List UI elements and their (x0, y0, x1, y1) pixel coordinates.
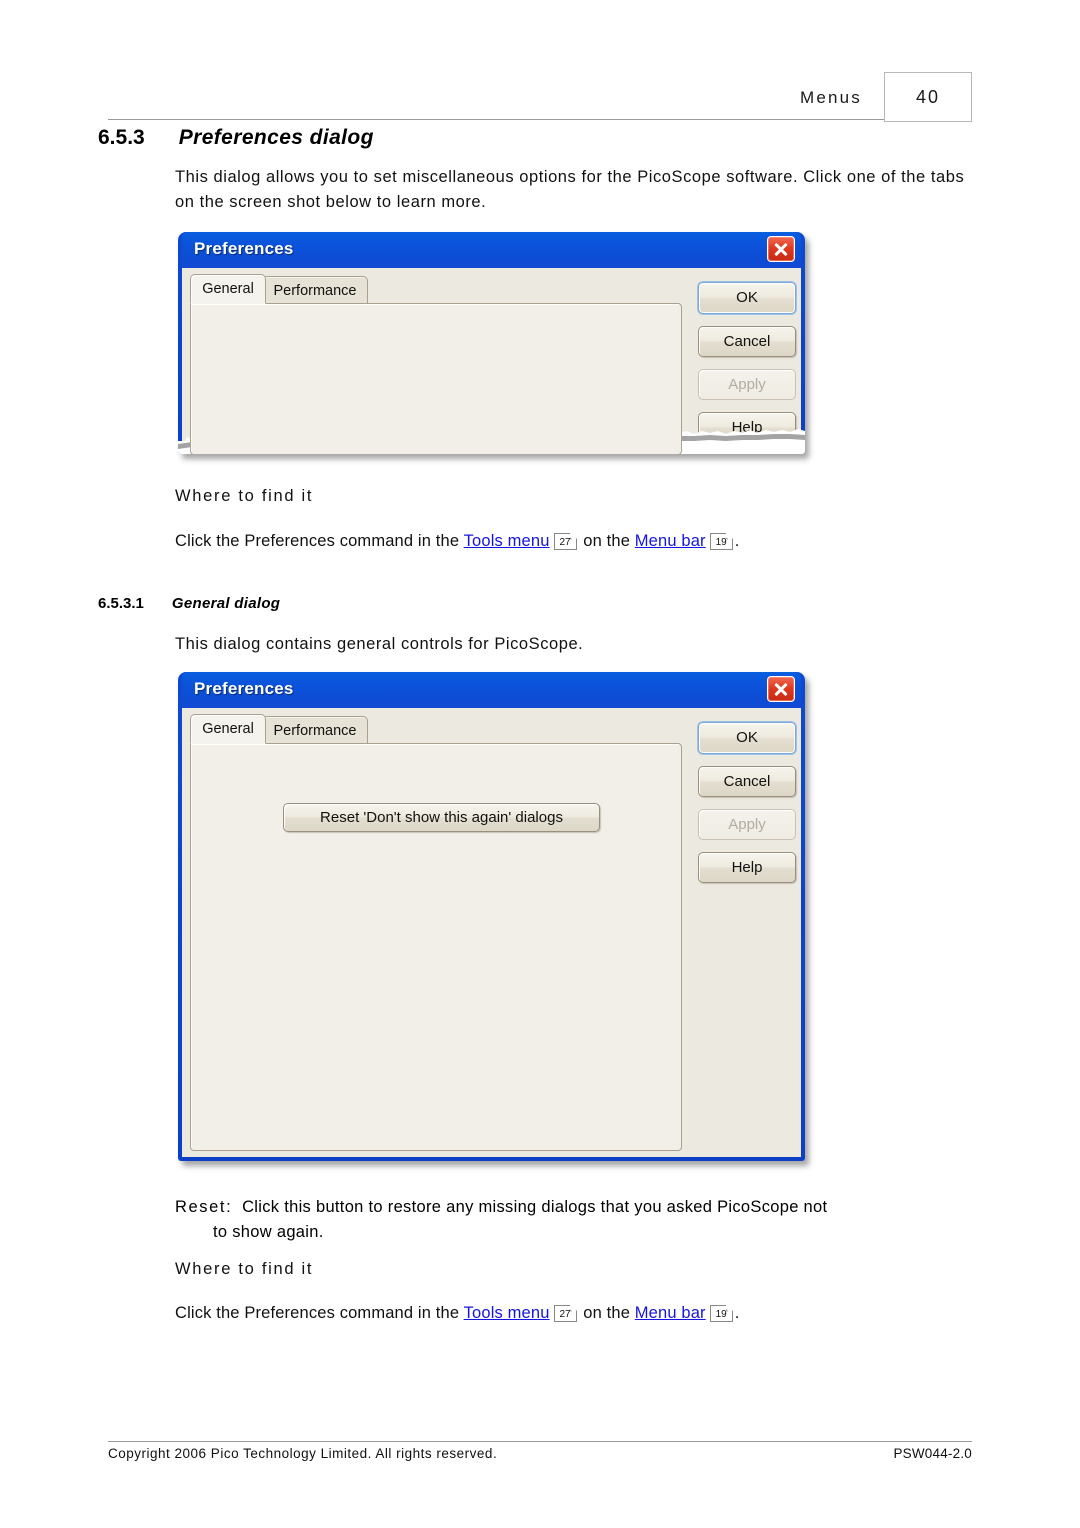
tools-menu-link-2[interactable]: Tools menu (464, 1304, 550, 1322)
footer-divider (108, 1441, 972, 1442)
help-button[interactable]: Help (698, 412, 796, 443)
document-page: Menus 40 6.5.3 Preferences dialog This di… (0, 0, 1080, 1528)
page-ref-marker-19-2[interactable]: 19 (709, 1305, 733, 1322)
tab-container-2: General Performance Reset 'Don't show th… (190, 714, 682, 1151)
section-heading-6-5-3-1: 6.5.3.1 General dialog (98, 595, 280, 612)
page-ref-fold-1 (570, 533, 577, 540)
dialog-title-2: Preferences (194, 679, 294, 698)
tab-general-label: General (202, 281, 254, 297)
apply-button-label: Apply (728, 815, 766, 833)
tab-general[interactable]: General (190, 714, 266, 744)
reset-dialogs-button[interactable]: Reset 'Don't show this again' dialogs (283, 803, 600, 832)
subsection-intro-paragraph: This dialog contains general controls fo… (175, 635, 584, 653)
page-ref-marker-27-2[interactable]: 27 (553, 1305, 577, 1322)
header-page-box: 40 (884, 72, 972, 122)
where-middle-1: on the (578, 532, 635, 550)
tab-content-panel (190, 303, 682, 454)
dialog-window: Preferences General Performance OK Cance… (178, 232, 805, 454)
dialog-title-bar: Preferences (182, 232, 801, 268)
cancel-button[interactable]: Cancel (698, 766, 796, 797)
where-to-find-text-1: Click the Preferences command in the Too… (175, 529, 975, 554)
close-icon[interactable] (767, 236, 795, 262)
where-suffix-1: . (734, 532, 740, 550)
page-ref-marker-27-1[interactable]: 27 (553, 533, 577, 550)
apply-button: Apply (698, 809, 796, 840)
dialog-body: General Performance OK Cancel Apply Help (182, 268, 802, 454)
reset-description: Reset: Click this button to restore any … (175, 1195, 975, 1245)
where-to-find-heading-1: Where to find it (175, 487, 314, 505)
close-icon[interactable] (767, 676, 795, 702)
subsection-number: 6.5.3.1 (98, 595, 144, 612)
dialog-title-bar-2: Preferences (182, 672, 801, 708)
ok-button[interactable]: OK (698, 282, 796, 314)
menu-bar-link-1[interactable]: Menu bar (635, 532, 706, 550)
ok-button-label: OK (736, 289, 758, 307)
subsection-title: General dialog (171, 595, 281, 612)
header-chapter-title: Menus (799, 88, 862, 107)
menu-bar-link-2[interactable]: Menu bar (635, 1304, 706, 1322)
dialog-body-2: General Performance Reset 'Don't show th… (182, 708, 801, 1157)
help-button[interactable]: Help (698, 852, 796, 883)
section-heading-6-5-3: 6.5.3 Preferences dialog (98, 126, 374, 150)
apply-button: Apply (698, 369, 796, 400)
tab-content-panel-2: Reset 'Don't show this again' dialogs (190, 743, 682, 1151)
preferences-dialog-general: Preferences General Performance Reset 'D… (178, 672, 805, 1161)
reset-text-line-2: to show again. (213, 1223, 324, 1241)
where-middle-2: on the (578, 1304, 635, 1322)
tab-performance-label: Performance (273, 723, 357, 739)
footer-copyright: Copyright 2006 Pico Technology Limited. … (108, 1446, 498, 1461)
where-to-find-heading-2: Where to find it (175, 1260, 314, 1278)
cancel-button-label: Cancel (723, 772, 771, 790)
tab-performance[interactable]: Performance (262, 276, 368, 304)
dialog-window-2: Preferences General Performance Reset 'D… (178, 672, 805, 1161)
where-to-find-text-2: Click the Preferences command in the Too… (175, 1301, 975, 1326)
reset-text-line-1: Click this button to restore any missing… (242, 1198, 828, 1216)
page-header: Menus 40 (108, 72, 972, 124)
section-title: Preferences dialog (178, 126, 374, 149)
tab-performance-label: Performance (273, 283, 357, 299)
cancel-button[interactable]: Cancel (698, 326, 796, 357)
header-divider (108, 119, 898, 120)
page-ref-fold-3 (570, 1305, 577, 1312)
tab-general[interactable]: General (190, 274, 266, 304)
help-button-label: Help (731, 858, 763, 876)
section-number: 6.5.3 (98, 126, 145, 149)
page-ref-fold-2 (726, 533, 733, 540)
page-ref-fold-4 (726, 1305, 733, 1312)
section-intro-paragraph: This dialog allows you to set miscellane… (175, 168, 965, 211)
dialog-title: Preferences (194, 239, 294, 258)
apply-button-label: Apply (728, 375, 766, 393)
help-button-label: Help (731, 418, 763, 436)
cancel-button-label: Cancel (723, 332, 771, 350)
ok-button[interactable]: OK (698, 722, 796, 754)
tools-menu-link-1[interactable]: Tools menu (464, 532, 550, 550)
reset-label: Reset: (175, 1198, 233, 1216)
dialog-button-column: OK Cancel Apply Help (690, 268, 802, 450)
dialog-button-column-2: OK Cancel Apply Help (690, 708, 802, 1157)
page-ref-marker-19-1[interactable]: 19 (709, 533, 733, 550)
reset-dialogs-button-label: Reset 'Don't show this again' dialogs (320, 808, 563, 826)
tab-general-label: General (202, 721, 254, 737)
where-prefix-1: Click the Preferences command in the (175, 532, 464, 550)
header-page-number: 40 (915, 87, 941, 107)
footer-document-id: PSW044-2.0 (893, 1446, 972, 1461)
preferences-dialog-cropped: Preferences General Performance OK Cance… (178, 232, 805, 454)
ok-button-label: OK (736, 729, 758, 747)
where-suffix-2: . (734, 1304, 740, 1322)
tab-container: General Performance (190, 274, 682, 454)
tab-performance[interactable]: Performance (262, 716, 368, 744)
where-prefix-2: Click the Preferences command in the (175, 1304, 464, 1322)
